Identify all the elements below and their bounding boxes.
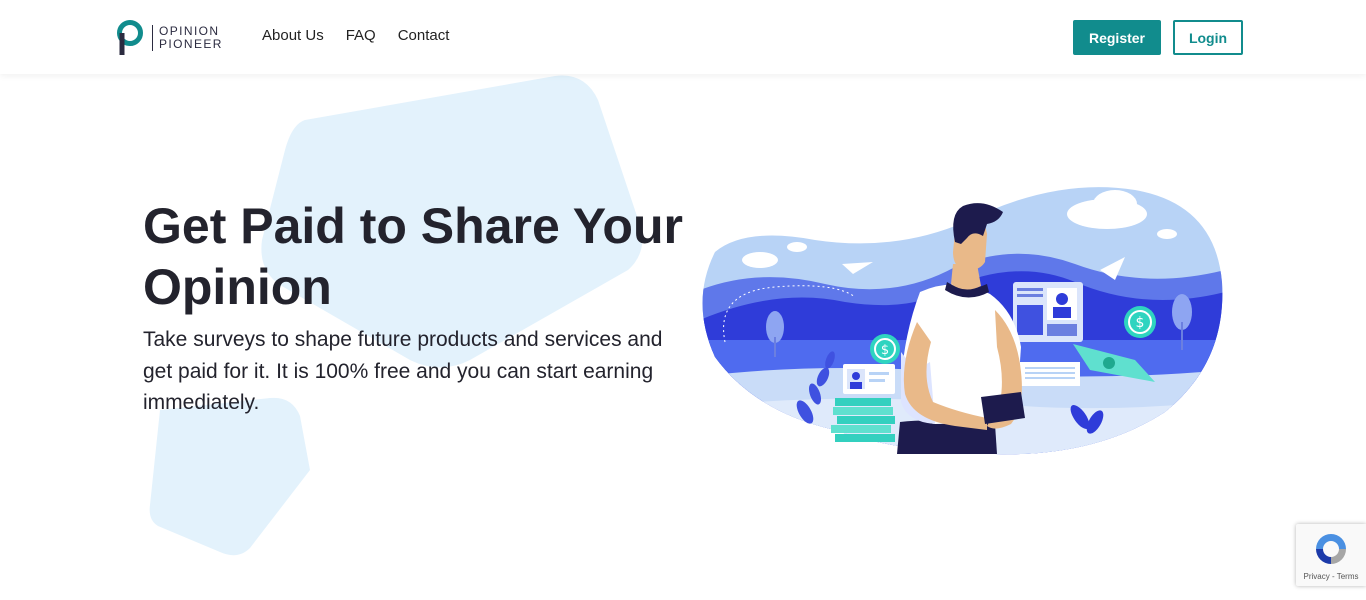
hero-illustration: $ $ — [702, 187, 1223, 455]
svg-text:$: $ — [1136, 315, 1145, 331]
register-button[interactable]: Register — [1073, 20, 1161, 55]
site-header: OPINION PIONEER About Us FAQ Contact Reg… — [0, 0, 1366, 74]
recaptcha-badge[interactable]: Privacy - Terms — [1296, 524, 1366, 586]
logo-wordmark: OPINION PIONEER — [152, 25, 223, 51]
nav-faq[interactable]: FAQ — [346, 27, 376, 44]
hero-title: Get Paid to Share Your Opinion — [143, 198, 683, 315]
dollar-coin-icon: $ — [870, 334, 900, 364]
recaptcha-icon — [1316, 534, 1346, 564]
background-pentagon-small — [149, 397, 310, 556]
login-button[interactable]: Login — [1173, 20, 1243, 55]
site-logo[interactable]: OPINION PIONEER — [116, 20, 223, 56]
svg-text:$: $ — [881, 343, 889, 358]
recaptcha-links[interactable]: Privacy - Terms — [1296, 572, 1366, 581]
dollar-coin-icon: $ — [1124, 306, 1156, 338]
coin-stack-icon — [831, 398, 895, 442]
opinion-pioneer-logo-icon — [117, 20, 143, 55]
profile-card-icon — [1013, 282, 1083, 342]
hero-subtitle: Take surveys to shape future products an… — [143, 328, 663, 414]
logo-line-2: PIONEER — [159, 37, 223, 51]
profile-card-icon — [1020, 362, 1080, 386]
nav-contact[interactable]: Contact — [398, 27, 450, 44]
nav-about-us[interactable]: About Us — [262, 27, 324, 44]
main-nav: About Us FAQ Contact — [262, 27, 449, 44]
profile-card-icon — [843, 364, 895, 394]
